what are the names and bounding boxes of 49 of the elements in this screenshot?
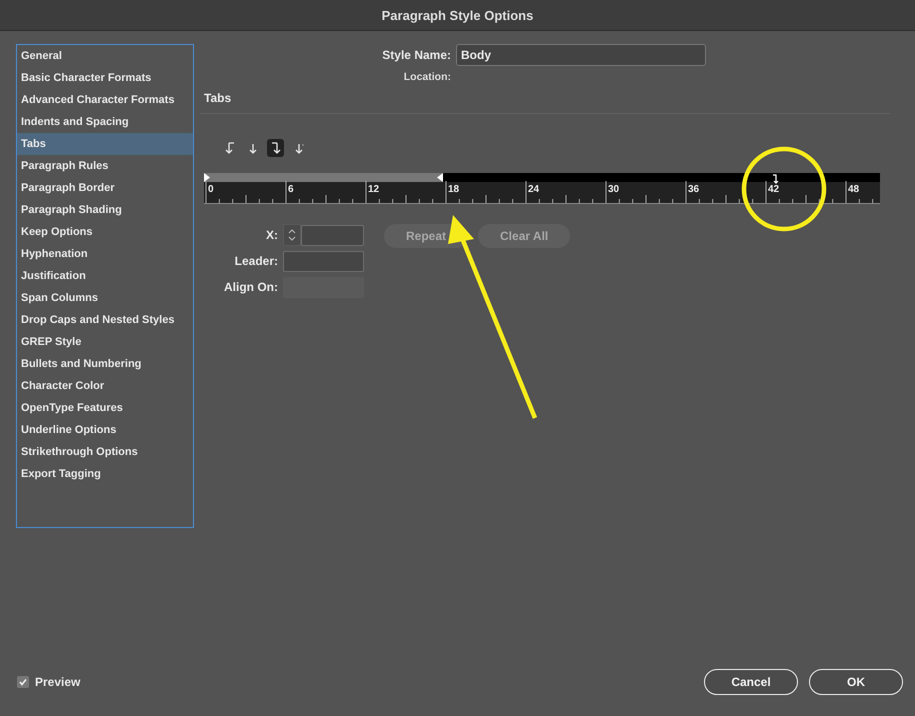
tab-ruler[interactable]: 0 6 12 18 24 30 36 42 48 bbox=[204, 173, 880, 204]
category-item[interactable]: Hyphenation bbox=[17, 243, 193, 265]
ruler-number: 12 bbox=[368, 184, 380, 195]
ruler-number: 6 bbox=[288, 184, 294, 195]
dialog-button[interactable]: Cancel bbox=[704, 669, 798, 695]
field-label: Leader: bbox=[234, 254, 278, 268]
x-input-field[interactable] bbox=[301, 224, 364, 246]
category-item[interactable]: Paragraph Border bbox=[17, 177, 193, 199]
category-item[interactable]: GREP Style bbox=[17, 331, 193, 353]
ruler-number: 24 bbox=[528, 184, 540, 195]
category-item[interactable]: General bbox=[17, 45, 193, 67]
category-item[interactable]: Paragraph Rules bbox=[17, 155, 193, 177]
category-item[interactable]: Character Color bbox=[17, 375, 193, 397]
tab-right-align-icon[interactable] bbox=[267, 139, 284, 157]
ruler-number: 36 bbox=[688, 184, 700, 195]
ruler-number: 18 bbox=[448, 184, 460, 195]
category-item[interactable]: Export Tagging bbox=[17, 463, 193, 485]
preview-checkbox[interactable] bbox=[17, 676, 29, 688]
section-title: Tabs bbox=[204, 91, 232, 105]
ruler-number: 30 bbox=[608, 184, 620, 195]
category-item[interactable]: Drop Caps and Nested Styles bbox=[17, 309, 193, 331]
stepper-icon[interactable] bbox=[283, 224, 301, 246]
category-item[interactable]: Span Columns bbox=[17, 287, 193, 309]
style-name-label: Style Name: bbox=[381, 48, 451, 62]
ruler-number: 42 bbox=[768, 184, 780, 195]
category-item[interactable]: Bullets and Numbering bbox=[17, 353, 193, 375]
category-item[interactable]: Advanced Character Formats bbox=[17, 89, 193, 111]
tab-stop-marker-icon[interactable] bbox=[772, 174, 780, 184]
category-item[interactable]: Justification bbox=[17, 265, 193, 287]
category-item[interactable]: Basic Character Formats bbox=[17, 67, 193, 89]
category-item[interactable]: Keep Options bbox=[17, 221, 193, 243]
right-indent-marker-icon[interactable] bbox=[437, 173, 443, 182]
ruler-number: 0 bbox=[208, 184, 214, 195]
field-label: Align On: bbox=[223, 280, 278, 294]
category-item[interactable]: Strikethrough Options bbox=[17, 441, 193, 463]
preview-label: Preview bbox=[35, 675, 80, 689]
category-item[interactable]: Tabs bbox=[17, 133, 193, 155]
window-title: Paragraph Style Options bbox=[382, 8, 534, 22]
ruler-number: 48 bbox=[848, 184, 860, 195]
leader-input-field[interactable] bbox=[283, 250, 364, 272]
category-item[interactable]: Underline Options bbox=[17, 419, 193, 441]
dialog-button[interactable]: OK bbox=[809, 669, 903, 695]
location-label: Location: bbox=[402, 70, 451, 85]
field-label: X: bbox=[265, 228, 278, 242]
style-name-field[interactable]: Body bbox=[456, 44, 706, 66]
left-indent-marker-icon[interactable] bbox=[204, 173, 210, 182]
category-item[interactable]: OpenType Features bbox=[17, 397, 193, 419]
category-item[interactable]: Indents and Spacing bbox=[17, 111, 193, 133]
category-item[interactable]: Paragraph Shading bbox=[17, 199, 193, 221]
